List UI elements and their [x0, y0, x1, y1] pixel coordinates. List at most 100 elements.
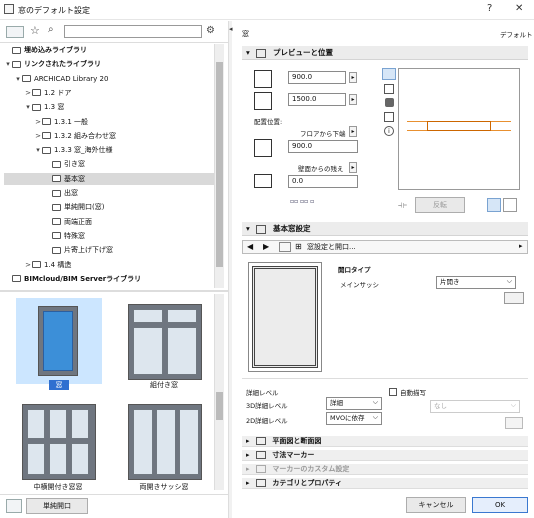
- collapse-arrow-icon[interactable]: ◂: [229, 25, 233, 33]
- page-dropdown-icon[interactable]: ▸: [519, 242, 523, 250]
- chevron-right-icon: ▸: [246, 479, 250, 487]
- object-type-icon[interactable]: [6, 499, 22, 513]
- section-dimension-marker[interactable]: ▸ 寸法マーカー: [242, 450, 528, 461]
- gallery-item-framed-window[interactable]: [122, 298, 208, 384]
- prev-page-icon[interactable]: ◀: [247, 242, 253, 251]
- gallery-item-double-sash[interactable]: [122, 398, 208, 484]
- chevron-down-icon[interactable]: ▾: [4, 58, 12, 70]
- sash-type-dropdown[interactable]: 片開き: [436, 276, 516, 289]
- chevron-down-icon[interactable]: ▾: [24, 101, 32, 113]
- tree-item[interactable]: ▾ ARCHICAD Library 20: [4, 73, 214, 85]
- detail-2d-dropdown[interactable]: MVOに依存: [326, 412, 382, 425]
- splitter[interactable]: [0, 290, 228, 292]
- cancel-button[interactable]: キャンセル: [406, 497, 466, 513]
- search-input[interactable]: [64, 25, 202, 38]
- chevron-right-icon[interactable]: >: [34, 130, 42, 142]
- tree-item[interactable]: ▾ 1.3.3 窓_海外仕様: [4, 144, 214, 156]
- info-icon[interactable]: i: [384, 126, 394, 136]
- chevron-right-icon[interactable]: >: [24, 259, 32, 271]
- section-preview-header[interactable]: ▾ プレビューと位置: [242, 46, 528, 60]
- mirror-button[interactable]: 反転: [415, 197, 465, 213]
- offset-field[interactable]: 0.0: [288, 175, 358, 188]
- page-icon: [279, 242, 291, 252]
- auto-mirror-checkbox[interactable]: [389, 388, 397, 396]
- gallery-item-transom-window[interactable]: [16, 398, 102, 484]
- tree-item[interactable]: ▾ 1.3 窓: [4, 101, 214, 113]
- from-floor-label[interactable]: フロアから下端: [300, 128, 346, 138]
- gear-icon[interactable]: ⚙: [206, 25, 215, 36]
- tree-item[interactable]: 両端正面: [4, 216, 214, 228]
- tree-scrollbar[interactable]: [214, 44, 224, 288]
- simple-opening-button[interactable]: 単純開口: [26, 498, 88, 514]
- height-link-button[interactable]: ▸: [349, 94, 357, 105]
- auto-mirror-dropdown[interactable]: なし: [430, 400, 520, 413]
- height-field[interactable]: 1500.0: [288, 93, 346, 106]
- gallery-scrollbar-thumb[interactable]: [216, 392, 223, 420]
- tree-item[interactable]: 引き窓: [4, 158, 214, 170]
- gallery-item-window[interactable]: [16, 298, 102, 384]
- chevron-right-icon[interactable]: >: [34, 116, 42, 128]
- tree-item[interactable]: 片寄上げ下げ窓: [4, 244, 214, 256]
- tree-item[interactable]: >1.4 構造: [4, 259, 214, 271]
- tree-item[interactable]: 基本窓: [4, 172, 214, 185]
- sash-preview-icon[interactable]: [504, 292, 524, 304]
- preview-window: [427, 121, 491, 131]
- object-name: 窓: [242, 30, 249, 38]
- help-button[interactable]: ?: [487, 3, 492, 14]
- anchor-icons[interactable]: ▫▫ ▫▫ ▫: [290, 198, 330, 208]
- from-floor-button[interactable]: ▸: [349, 126, 357, 137]
- section-view-icon[interactable]: [384, 112, 394, 122]
- opening-type-label: 開口タイプ: [338, 266, 371, 274]
- preview-canvas: [398, 68, 520, 190]
- 3d-view-icon[interactable]: [385, 98, 394, 107]
- star-icon[interactable]: ☆: [30, 24, 40, 37]
- plan-view-icon[interactable]: [382, 68, 396, 80]
- gallery-scrollbar[interactable]: [214, 294, 224, 490]
- tree-item[interactable]: BIMcloud/BIM Serverライブラリ: [4, 273, 214, 285]
- tree-item[interactable]: 単純開口(窓): [4, 201, 214, 213]
- section-custom-marker[interactable]: ▸ マーカーのカスタム設定: [242, 464, 528, 475]
- tree-item[interactable]: ▾ リンクされたライブラリ: [4, 58, 214, 70]
- width-link-button[interactable]: ▸: [349, 72, 357, 83]
- section-category-properties[interactable]: ▸ カテゴリとプロパティ: [242, 478, 528, 489]
- ok-button[interactable]: OK: [472, 497, 528, 513]
- chevron-right-icon[interactable]: >: [24, 87, 32, 99]
- page-list-icon: ⊞: [295, 242, 302, 251]
- tree-item[interactable]: >1.3.1 一般: [4, 116, 214, 128]
- section-params-header[interactable]: ▾ 基本窓設定: [242, 222, 528, 236]
- tree-scrollbar-thumb[interactable]: [216, 62, 223, 267]
- width-field[interactable]: 900.0: [288, 71, 346, 84]
- search-icon[interactable]: ⌕: [48, 24, 54, 35]
- tree-item[interactable]: 埋め込みライブラリ: [4, 44, 214, 56]
- auto-mirror-settings-icon[interactable]: [505, 417, 523, 429]
- sill-field[interactable]: 900.0: [288, 140, 358, 153]
- tree-item[interactable]: 特殊窓: [4, 230, 214, 242]
- chevron-right-icon: ▸: [246, 465, 250, 473]
- chevron-down-icon[interactable]: ▾: [14, 73, 22, 85]
- opening-side-left-icon[interactable]: [487, 198, 501, 212]
- close-button[interactable]: ✕: [515, 3, 523, 14]
- params-nav-bar: ◀ ▶ ⊞ 窓設定と開口... ▸: [242, 240, 528, 254]
- opening-side-right-icon[interactable]: [503, 198, 517, 212]
- library-tree: 埋め込みライブラリ ▾ リンクされたライブラリ ▾ ARCHICAD Library 2…: [4, 44, 214, 288]
- library-toolbar: ☆ ⌕ ⚙: [0, 21, 228, 43]
- detail-3d-label: 3D詳細レベル: [246, 402, 288, 410]
- wall-offset-button[interactable]: ▸: [349, 162, 357, 173]
- category-icon: [255, 479, 266, 487]
- params-page-title[interactable]: 窓設定と開口...: [307, 242, 356, 252]
- next-page-icon[interactable]: ▶: [263, 242, 269, 251]
- view-mode-icon[interactable]: [6, 26, 24, 38]
- detail-3d-dropdown[interactable]: 詳細: [326, 397, 382, 410]
- tree-item-label: 1.3.2 組み合わせ窓: [54, 131, 117, 140]
- wall-offset-label[interactable]: 壁面からの残え: [298, 163, 344, 173]
- tree-item[interactable]: >1.2 ドア: [4, 87, 214, 99]
- tree-item[interactable]: 出窓: [4, 187, 214, 199]
- chevron-down-icon[interactable]: ▾: [34, 144, 42, 156]
- tree-item-label: BIMcloud/BIM Serverライブラリ: [24, 274, 142, 283]
- tree-item-label: 引き窓: [64, 160, 85, 169]
- pane-divider[interactable]: [228, 21, 232, 518]
- elevation-view-icon[interactable]: [384, 84, 394, 94]
- tree-item[interactable]: >1.3.2 組み合わせ窓: [4, 130, 214, 142]
- height-icon: [254, 92, 272, 110]
- section-plan-section[interactable]: ▸ 平面図と断面図: [242, 436, 528, 447]
